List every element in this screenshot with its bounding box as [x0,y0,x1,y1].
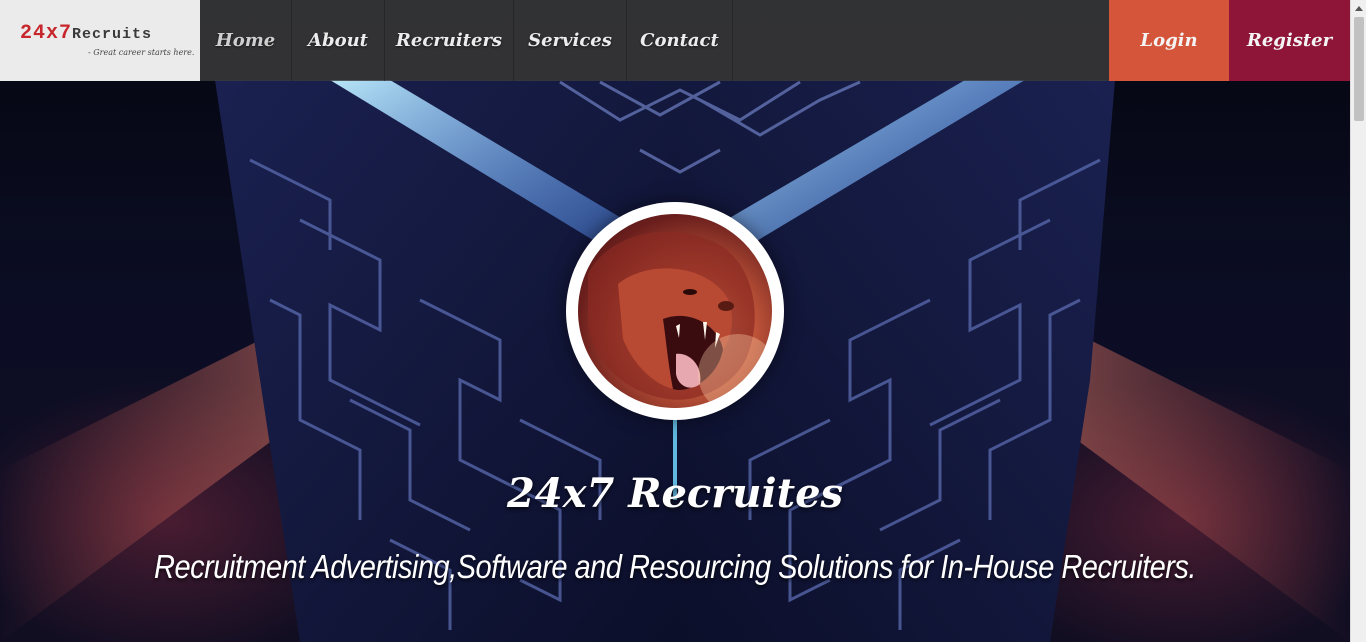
login-button[interactable]: Login [1109,0,1229,81]
hero-title: 24x7 Recruites [506,470,844,517]
brand-word: Recruits [72,26,153,43]
nav-home[interactable]: Home [200,0,292,81]
brand-tagline: - Great career starts here. [88,48,195,57]
top-navigation: 24x7Recruits - Great career starts here.… [0,0,1350,81]
brand-name: 24x7Recruits [20,24,200,45]
page: 24x7Recruits - Great career starts here.… [0,0,1366,642]
hero-avatar [566,202,784,420]
nav-recruiters[interactable]: Recruiters [385,0,514,81]
scroll-thumb[interactable] [1354,17,1364,121]
hero-subtitle: Recruitment Advertising,Software and Res… [154,548,1196,585]
roaring-lion-icon [578,214,772,408]
brand-number: 24x7 [20,22,73,45]
register-button[interactable]: Register [1229,0,1350,81]
brand-logo[interactable]: 24x7Recruits - Great career starts here. [0,0,200,81]
nav-contact[interactable]: Contact [627,0,733,81]
nav-services[interactable]: Services [514,0,627,81]
vertical-scrollbar[interactable] [1350,0,1366,642]
nav-about[interactable]: About [292,0,385,81]
scroll-up-arrow-icon[interactable] [1351,0,1366,16]
